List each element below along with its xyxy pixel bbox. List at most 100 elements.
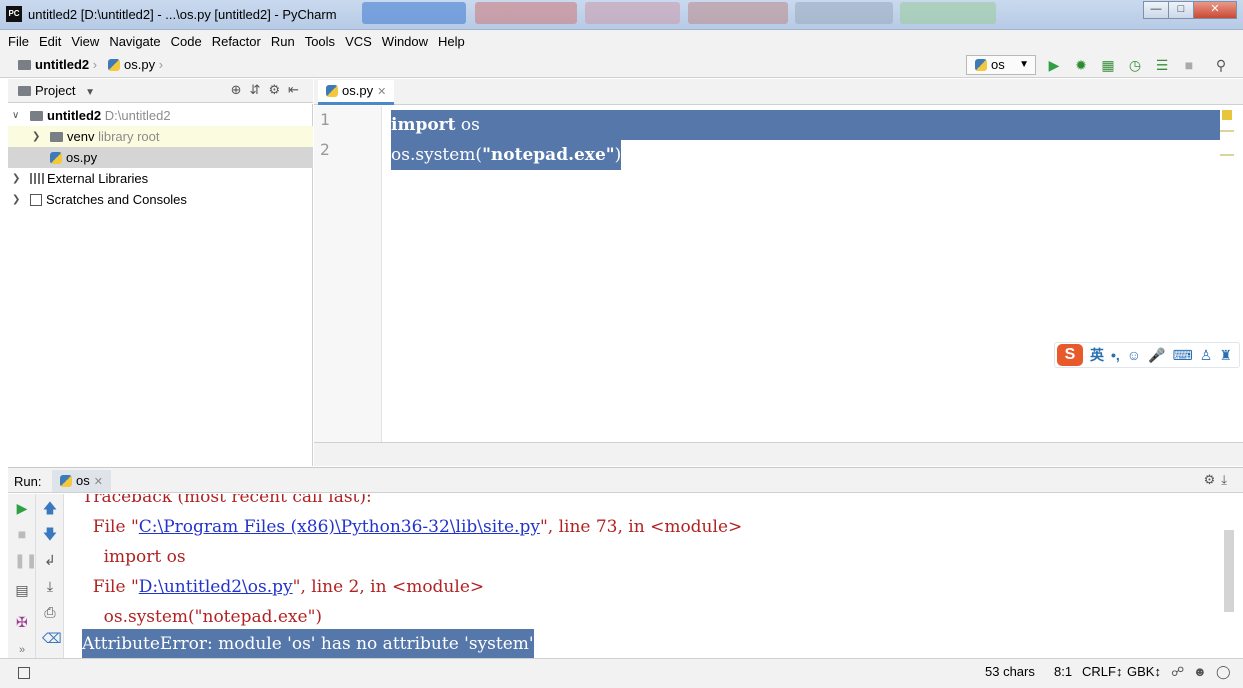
menu-bar: File Edit View Navigate Code Refactor Ru… bbox=[0, 30, 1243, 52]
taskbar-item-3[interactable] bbox=[585, 2, 680, 24]
stop-icon[interactable]: ■ bbox=[14, 526, 30, 542]
run-icon[interactable]: ▶ bbox=[1046, 57, 1062, 73]
locate-icon[interactable]: ⊕ bbox=[231, 82, 250, 97]
concurrency-icon[interactable]: ☰ bbox=[1154, 57, 1170, 73]
code-line-2[interactable]: os.system("notepad.exe") bbox=[391, 140, 622, 170]
ime-language-toggle[interactable]: 英 bbox=[1090, 345, 1104, 365]
more-icon[interactable]: » bbox=[14, 642, 30, 658]
error-stripe[interactable] bbox=[1220, 106, 1236, 442]
close-tab-icon[interactable]: ✕ bbox=[94, 476, 103, 488]
gear-icon[interactable]: ⚙ bbox=[1204, 472, 1222, 487]
collapse-all-icon[interactable]: ⇵ bbox=[250, 82, 269, 97]
keyboard-icon[interactable]: ⌨ bbox=[1173, 347, 1193, 364]
navigation-bar: untitled2 › os.py › os ▼ ▶ ✹ ▦ ◷ ☰ ■ ⚲ bbox=[0, 52, 1243, 78]
microphone-icon[interactable]: 🎤 bbox=[1148, 347, 1165, 364]
line-marker[interactable] bbox=[1220, 130, 1234, 132]
taskbar-item-5[interactable] bbox=[795, 2, 893, 24]
tool-windows-icon[interactable] bbox=[18, 667, 30, 679]
close-icon[interactable]: ✕ bbox=[1193, 1, 1237, 19]
run-tab-os[interactable]: os ✕ bbox=[52, 470, 111, 492]
scroll-to-end-icon[interactable]: ⤓ bbox=[42, 578, 58, 594]
menu-help[interactable]: Help bbox=[438, 34, 465, 49]
arrow-up-icon[interactable]: 🡅 bbox=[42, 500, 58, 516]
tree-item-scratches[interactable]: ❯ Scratches and Consoles bbox=[8, 189, 313, 210]
chevron-right-icon[interactable]: ❯ bbox=[32, 126, 40, 147]
code-line-1[interactable]: import os bbox=[391, 110, 1220, 140]
user-icon[interactable]: ♙ bbox=[1200, 347, 1213, 364]
profile-icon[interactable]: ◷ bbox=[1127, 57, 1143, 73]
emoji-icon[interactable]: ☺ bbox=[1127, 347, 1141, 363]
tree-item-external-libraries[interactable]: ❯ External Libraries bbox=[8, 168, 313, 189]
tree-item-root[interactable]: ∨ untitled2 D:\untitled2 bbox=[8, 105, 313, 126]
skin-icon[interactable]: ♜ bbox=[1219, 347, 1232, 364]
debug-icon[interactable]: ✹ bbox=[1073, 57, 1089, 73]
line-number-gutter: 1 2 bbox=[314, 106, 382, 442]
keyword-token: import bbox=[391, 115, 456, 135]
menu-file[interactable]: File bbox=[8, 34, 29, 49]
close-tab-icon[interactable]: ✕ bbox=[377, 86, 386, 98]
coverage-icon[interactable]: ▦ bbox=[1100, 57, 1116, 73]
maximize-icon[interactable]: □ bbox=[1168, 1, 1194, 19]
trash-icon[interactable]: ⌫ bbox=[42, 630, 62, 646]
console-file-link[interactable]: C:\Program Files (x86)\Python36-32\lib\s… bbox=[139, 517, 540, 537]
menu-window[interactable]: Window bbox=[382, 34, 428, 49]
chevron-right-icon[interactable]: ❯ bbox=[12, 189, 20, 210]
breadcrumb-file[interactable]: os.py › bbox=[108, 57, 163, 72]
warning-marker-icon[interactable] bbox=[1222, 110, 1232, 120]
ime-toolbar: S 英 •, ☺ 🎤 ⌨ ♙ ♜ bbox=[1054, 342, 1240, 368]
console-text: File " bbox=[82, 517, 139, 537]
code-token: os bbox=[455, 115, 480, 135]
rerun-icon[interactable]: ▶ bbox=[14, 500, 30, 516]
event-log-icon[interactable]: ◯ bbox=[1216, 664, 1231, 680]
status-encoding[interactable]: GBK↕ bbox=[1127, 664, 1161, 679]
arrow-down-icon[interactable]: 🡇 bbox=[42, 526, 58, 542]
menu-navigate[interactable]: Navigate bbox=[109, 34, 160, 49]
pause-icon[interactable]: ❚❚ bbox=[14, 552, 37, 568]
ime-logo-icon[interactable]: S bbox=[1057, 344, 1083, 366]
stop-icon[interactable]: ■ bbox=[1181, 57, 1197, 73]
status-line-separator[interactable]: CRLF↕ bbox=[1082, 664, 1122, 679]
console-scrollbar[interactable] bbox=[1224, 530, 1234, 612]
lock-icon[interactable]: ☍ bbox=[1171, 664, 1184, 680]
hide-panel-icon[interactable]: ⇤ bbox=[288, 82, 307, 97]
tree-item-os-py[interactable]: os.py bbox=[8, 147, 313, 168]
menu-vcs[interactable]: VCS bbox=[345, 34, 372, 49]
hide-panel-icon[interactable]: ⤓ bbox=[1221, 472, 1233, 487]
minimize-icon[interactable]: — bbox=[1143, 1, 1169, 19]
pin-icon[interactable]: ✠ bbox=[14, 614, 30, 630]
line-marker[interactable] bbox=[1220, 154, 1234, 156]
taskbar-item-2[interactable] bbox=[475, 2, 577, 24]
gear-icon[interactable]: ⚙ bbox=[268, 82, 288, 97]
run-console[interactable]: Traceback (most recent call last): File … bbox=[64, 494, 1224, 658]
status-caret-position[interactable]: 8:1 bbox=[1054, 664, 1072, 679]
console-error-line: AttributeError: module 'os' has no attri… bbox=[82, 629, 534, 658]
tree-scratches-label: Scratches and Consoles bbox=[46, 192, 187, 207]
code-editor[interactable]: import os os.system("notepad.exe") bbox=[383, 106, 1220, 442]
console-file-link[interactable]: D:\untitled2\os.py bbox=[139, 577, 293, 597]
taskbar-item-1[interactable] bbox=[362, 2, 466, 24]
tree-item-venv[interactable]: ❯ venv library root bbox=[8, 126, 313, 147]
punctuation-icon[interactable]: •, bbox=[1111, 347, 1120, 363]
taskbar-item-4[interactable] bbox=[688, 2, 788, 24]
taskbar-item-6[interactable] bbox=[900, 2, 996, 24]
print-icon[interactable]: ⎙ bbox=[42, 604, 58, 620]
inspector-icon[interactable]: ☻ bbox=[1193, 664, 1207, 679]
breadcrumb-separator-icon: › bbox=[92, 57, 98, 72]
run-configuration-select[interactable]: os ▼ bbox=[966, 55, 1036, 75]
menu-run[interactable]: Run bbox=[271, 34, 295, 49]
soft-wrap-icon[interactable]: ↲ bbox=[42, 552, 58, 568]
menu-code[interactable]: Code bbox=[171, 34, 202, 49]
menu-tools[interactable]: Tools bbox=[305, 34, 335, 49]
tab-os-py[interactable]: os.py ✕ bbox=[318, 80, 395, 105]
chevron-down-icon[interactable]: ∨ bbox=[12, 105, 19, 126]
layout-icon[interactable]: ▤ bbox=[14, 582, 30, 598]
folder-icon bbox=[50, 132, 63, 142]
search-icon[interactable]: ⚲ bbox=[1213, 57, 1229, 73]
breadcrumb-project[interactable]: untitled2 › bbox=[18, 57, 97, 72]
menu-view[interactable]: View bbox=[71, 34, 99, 49]
chevron-right-icon[interactable]: ❯ bbox=[12, 168, 20, 189]
menu-refactor[interactable]: Refactor bbox=[212, 34, 261, 49]
project-view-select[interactable]: Project ▼ bbox=[18, 83, 95, 98]
run-toolbar-left: ▶ ■ ❚❚ ▤ ✠ » bbox=[8, 494, 37, 658]
menu-edit[interactable]: Edit bbox=[39, 34, 61, 49]
